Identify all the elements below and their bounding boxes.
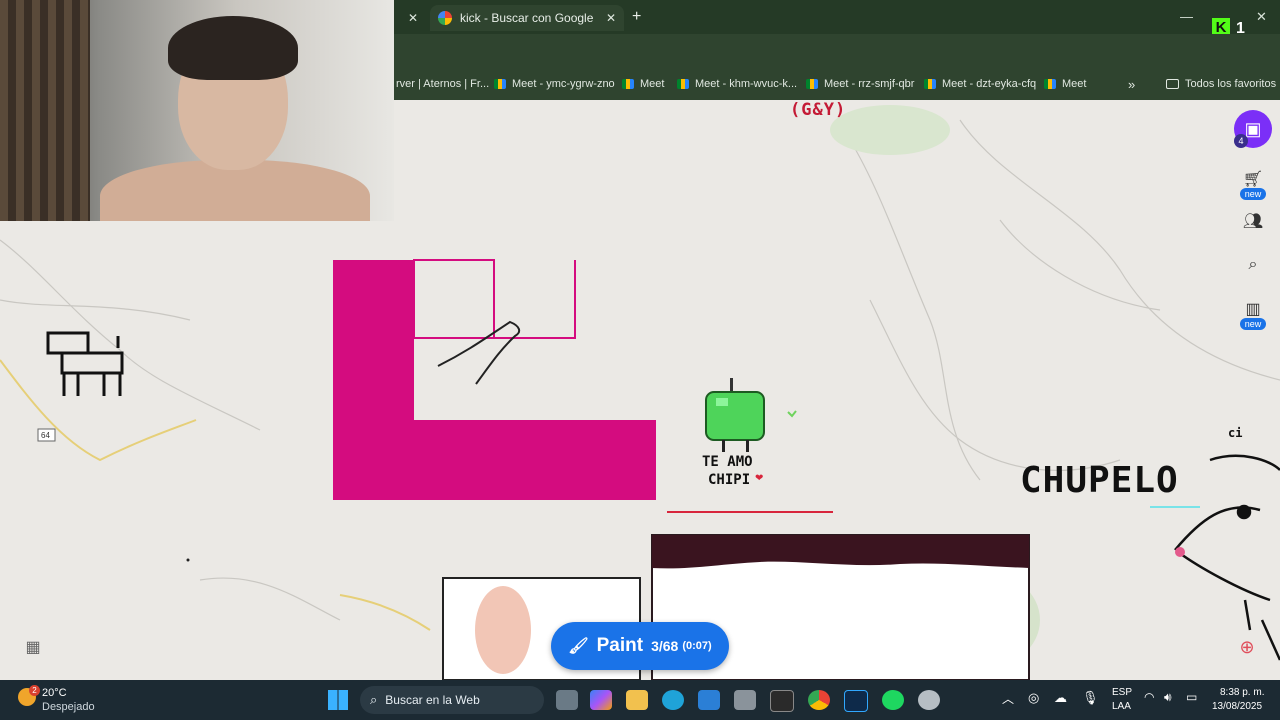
windows-start-icon[interactable] xyxy=(328,690,348,710)
minimize-button[interactable]: — xyxy=(1180,9,1193,24)
onedrive-icon[interactable]: ☁︎ xyxy=(1054,690,1067,706)
webcam-overlay xyxy=(0,0,394,221)
tab-title: kick - Buscar con Google xyxy=(460,11,594,25)
clock-date[interactable]: 13/08/2025 xyxy=(1212,701,1262,712)
highway-road xyxy=(0,359,197,462)
weather-desc[interactable]: Despejado xyxy=(42,701,95,713)
pixel-heart-small xyxy=(787,410,797,418)
map-dot xyxy=(186,558,190,562)
tray-app-icon[interactable]: ◎ xyxy=(1028,690,1039,706)
red-line xyxy=(667,511,833,513)
pixel-text-ci: ci xyxy=(1228,426,1243,440)
park-area xyxy=(830,105,950,155)
store-new-badge: new xyxy=(1240,188,1266,200)
photoshop-icon[interactable] xyxy=(844,690,868,712)
bookmark-meet-5[interactable]: Meet - dzt-eyka-cfq xyxy=(924,78,1036,90)
meet-icon xyxy=(494,79,506,89)
search-icon: ⌕ xyxy=(370,692,378,707)
black-doodle xyxy=(437,320,521,385)
tray-chevron-icon[interactable]: ︿ xyxy=(1002,690,1014,707)
copilot-icon[interactable] xyxy=(590,690,612,710)
paint-count: 3/68 xyxy=(651,638,679,654)
meet-icon xyxy=(1044,79,1056,89)
bookmark-meet-4[interactable]: Meet - rrz-smjf-qbr xyxy=(806,78,914,90)
wifi-icon[interactable]: ◠ xyxy=(1144,690,1154,704)
store-icon[interactable] xyxy=(698,690,720,710)
pixel-text-chipi: CHIPI xyxy=(708,472,751,488)
google-icon xyxy=(438,11,452,25)
pixel-text-te-amo: TE AMO xyxy=(702,454,753,470)
folder-icon xyxy=(1166,79,1179,89)
close-icon[interactable]: ✕ xyxy=(606,11,616,25)
bookmark-meet-3[interactable]: Meet - khm-wvuc-k... xyxy=(677,78,797,90)
paint-label: Paint xyxy=(596,635,644,656)
anime-picture-figure xyxy=(475,586,531,674)
chrome-icon[interactable] xyxy=(808,690,830,710)
meet-icon xyxy=(677,79,689,89)
meet-icon xyxy=(622,79,634,89)
epic-games-icon[interactable] xyxy=(770,690,794,712)
bookmark-meet-2[interactable]: Meet xyxy=(622,78,664,90)
bookmarks-overflow-button[interactable]: » xyxy=(1128,77,1135,92)
bookmark-meet-6[interactable]: Meet xyxy=(1044,78,1086,90)
weather-temp[interactable]: 20°C xyxy=(42,687,67,699)
steam-icon[interactable] xyxy=(918,690,940,710)
search-location-icon[interactable]: ⌕ xyxy=(1238,250,1268,280)
language-indicator-2[interactable]: LAA xyxy=(1112,701,1131,712)
pixel-art-dark-band xyxy=(652,535,1029,569)
all-bookmarks-button[interactable]: Todos los favoritos xyxy=(1166,78,1276,90)
partial-tab[interactable]: ✕ xyxy=(400,5,424,31)
paint-timer: (0:07) xyxy=(682,640,712,652)
highway-road-2 xyxy=(339,594,431,631)
logo-count-badge: 4 xyxy=(1234,134,1248,148)
users-group-icon[interactable]: 👥︎ xyxy=(1238,206,1268,236)
tab-kick-search[interactable]: kick - Buscar con Google ✕ xyxy=(430,5,624,31)
unity-icon[interactable] xyxy=(734,690,756,710)
new-tab-button[interactable]: + xyxy=(632,8,641,26)
pixel-heart-icon: ❤ xyxy=(755,473,764,484)
locate-target-icon[interactable]: ⊕ xyxy=(1232,632,1262,662)
meet-icon xyxy=(806,79,818,89)
paint-button[interactable]: 🖌︎ Paint 3/68 (0:07) xyxy=(551,622,729,670)
battery-icon[interactable]: ▭ xyxy=(1186,690,1197,704)
pixel-label-gy: (G&Y) xyxy=(790,100,847,120)
task-view-icon[interactable] xyxy=(556,690,578,710)
map-layers-icon[interactable]: ▦ xyxy=(18,632,48,662)
magenta-outline-line xyxy=(494,260,576,339)
search-placeholder: Buscar en la Web xyxy=(385,693,480,707)
magenta-outline-box xyxy=(413,259,495,339)
taskbar-search[interactable]: ⌕ Buscar en la Web xyxy=(360,686,544,714)
clock-time[interactable]: 8:38 p. m. xyxy=(1220,687,1264,698)
road-number: 64 xyxy=(41,431,50,440)
edge-icon[interactable] xyxy=(662,690,684,710)
weather-badge: 2 xyxy=(29,685,40,696)
rat-nose xyxy=(1175,547,1185,557)
leaderboard-new-badge: new xyxy=(1240,318,1266,330)
pixel-text-chupelo: CHUPELO xyxy=(1020,460,1179,501)
webcam-person-hair xyxy=(168,16,298,80)
bookmark-aternos[interactable]: rver | Aternos | Fr... xyxy=(396,78,489,90)
window-close-button[interactable]: ✕ xyxy=(1256,9,1267,25)
file-explorer-icon[interactable] xyxy=(626,690,648,710)
close-icon[interactable]: ✕ xyxy=(408,11,418,25)
microphone-icon[interactable]: 🎙︎ xyxy=(1082,690,1099,706)
language-indicator-1[interactable]: ESP xyxy=(1112,687,1132,698)
paint-brush-icon: 🖌︎ xyxy=(568,638,589,655)
rat-doodle xyxy=(1174,454,1280,661)
webcam-curtain xyxy=(0,0,90,221)
meet-icon xyxy=(924,79,936,89)
volume-icon[interactable]: 🔊︎ xyxy=(1164,690,1172,705)
spotify-icon[interactable] xyxy=(882,690,904,710)
bookmark-meet-1[interactable]: Meet - ymc-ygrw-zno xyxy=(494,78,615,90)
pixel-apple xyxy=(705,378,765,452)
